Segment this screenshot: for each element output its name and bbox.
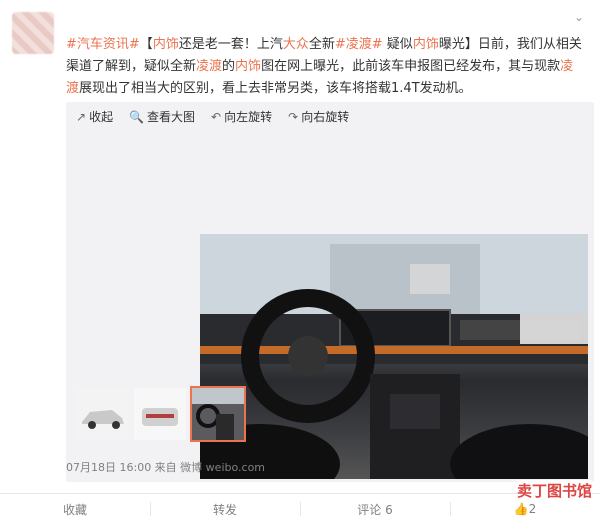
comment-button[interactable]: 评论 6: [300, 494, 450, 524]
rotate-right-icon: ↷: [288, 109, 299, 124]
post-text-segment: 疑似: [382, 37, 413, 52]
thumbnail-strip: [76, 386, 246, 442]
keyword-link[interactable]: 内饰: [413, 37, 439, 52]
collapse-button[interactable]: ↗ 收起: [76, 108, 113, 125]
repost-label: 转发: [212, 502, 237, 517]
car-side-thumbnail: [76, 388, 128, 440]
view-large-button[interactable]: 🔍 查看大图: [129, 108, 195, 125]
post-text-segment: 展现出了相当大的区别，看上去非常另类，该车将搭载1.4T发动机。: [79, 81, 472, 96]
car-interior-thumbnail: [192, 388, 244, 440]
car-rear-thumbnail: [134, 388, 186, 440]
hashtag-link[interactable]: #汽车资讯#: [66, 37, 140, 52]
keyword-link[interactable]: 凌渡: [196, 59, 222, 74]
thumbnail-3-selected[interactable]: [190, 386, 246, 442]
hashtag-link[interactable]: #凌渡#: [335, 37, 383, 52]
keyword-link[interactable]: 内饰: [235, 59, 261, 74]
collapse-label: 收起: [89, 110, 114, 124]
thumbs-up-icon: 👍: [513, 502, 529, 516]
post-text: #汽车资讯#【内饰还是老一套！上汽大众全新#凌渡# 疑似内饰曝光】日前，我们从相…: [66, 34, 586, 100]
watermark-text: 卖丁图书馆: [516, 480, 592, 501]
thumbnail-2[interactable]: [134, 388, 186, 440]
image-viewer: ↗ 收起 🔍 查看大图 ↶ 向左旋转 ↷ 向右旋转: [66, 102, 594, 482]
action-bar: 收藏 转发 评论 6 👍 2: [0, 493, 600, 524]
keyword-link[interactable]: 大众: [283, 37, 309, 52]
post-text-segment: 的: [222, 59, 236, 74]
post-text-segment: 图在网上曝光，此前该车申报图已经发布，其与现款: [261, 59, 561, 74]
main-photo-car-interior[interactable]: [200, 234, 588, 479]
view-large-label: 查看大图: [147, 110, 196, 124]
post-text-segment: 【: [139, 37, 153, 52]
favorite-label: 收藏: [62, 502, 87, 517]
post-meta: 07月18日 16:00 来自 微博 weibo.com: [66, 461, 266, 474]
search-icon: 🔍: [129, 109, 145, 124]
rotate-left-icon: ↶: [211, 109, 222, 124]
image-toolbar: ↗ 收起 🔍 查看大图 ↶ 向左旋转 ↷ 向右旋转: [76, 108, 349, 125]
repost-button[interactable]: 转发: [150, 494, 300, 524]
keyword-link[interactable]: 内饰: [153, 37, 179, 52]
rotate-left-button[interactable]: ↶ 向左旋转: [211, 108, 272, 125]
favorite-button[interactable]: 收藏: [0, 494, 150, 524]
chevron-down-icon[interactable]: ⌄: [572, 10, 586, 24]
collapse-icon: ↗: [76, 109, 87, 124]
car-interior-illustration: [200, 234, 588, 479]
rotate-left-label: 向左旋转: [224, 110, 273, 124]
post-text-segment: 还是老一套！上汽: [178, 37, 283, 52]
rotate-right-button[interactable]: ↷ 向右旋转: [288, 108, 349, 125]
comment-label: 评论 6: [357, 502, 393, 517]
post-text-segment: 全新: [308, 37, 335, 52]
rotate-right-label: 向右旋转: [301, 110, 350, 124]
avatar[interactable]: [12, 12, 54, 54]
thumbnail-1[interactable]: [76, 388, 128, 440]
weibo-post-card: ⌄ #汽车资讯#【内饰还是老一套！上汽大众全新#凌渡# 疑似内饰曝光】日前，我们…: [0, 0, 600, 524]
like-count: 2: [528, 502, 537, 516]
